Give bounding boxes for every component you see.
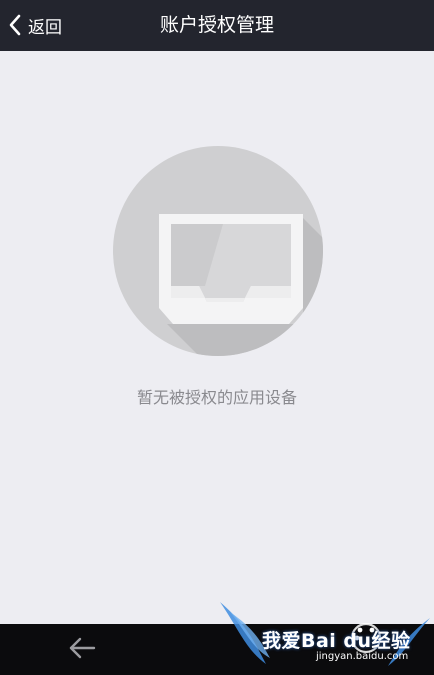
empty-message: 暂无被授权的应用设备 xyxy=(136,388,297,407)
system-navigation-bar xyxy=(0,624,434,675)
empty-state-area: 暂无被授权的应用设备 xyxy=(0,51,434,624)
title-bar: 返回 账户授权管理 xyxy=(0,0,434,51)
page-title: 账户授权管理 xyxy=(159,14,274,36)
arrow-left-icon xyxy=(68,637,96,663)
back-label: 返回 xyxy=(28,17,62,38)
inbox-tray-icon xyxy=(113,146,323,356)
back-button[interactable]: 返回 xyxy=(8,9,62,41)
chevron-left-icon xyxy=(8,14,22,36)
nav-back-button[interactable] xyxy=(56,634,108,666)
